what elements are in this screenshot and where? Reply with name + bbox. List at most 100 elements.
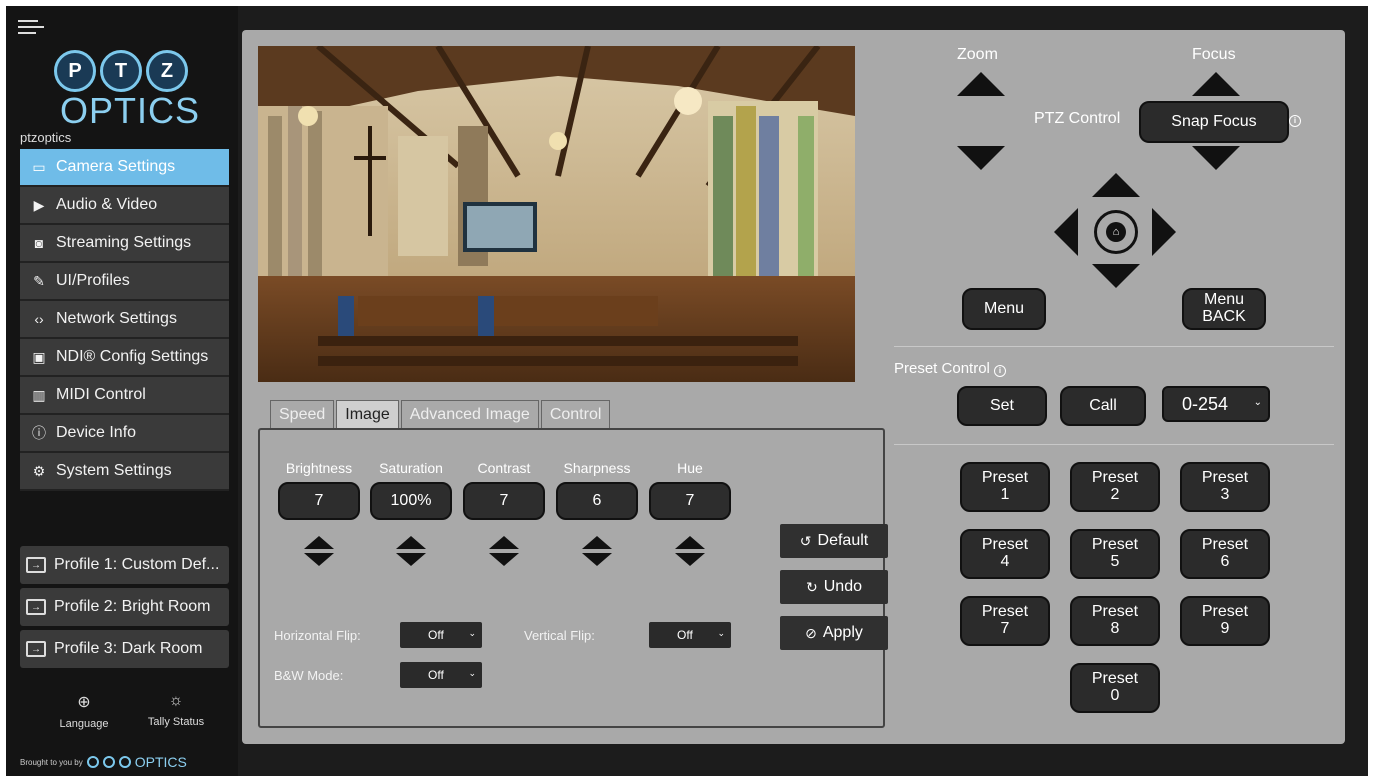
- preset-control-label: Preset Control: [894, 360, 990, 377]
- video-frame: [258, 46, 855, 382]
- preset-info-icon[interactable]: i: [994, 365, 1007, 377]
- undo-button[interactable]: ↻ Undo: [780, 570, 888, 604]
- preset-1-button[interactable]: Preset 1: [960, 462, 1050, 512]
- brightness-stepper[interactable]: [304, 536, 334, 566]
- contrast-stepper[interactable]: [489, 536, 519, 566]
- chevron-down-icon: ⌄: [468, 668, 476, 678]
- check-icon: ⊘: [805, 624, 817, 641]
- snap-focus-info-icon[interactable]: i: [1289, 115, 1301, 127]
- pan-right-arrow-icon[interactable]: [1152, 208, 1176, 256]
- tab-advanced-image[interactable]: Advanced Image: [400, 400, 539, 428]
- arrow-up-icon[interactable]: [675, 536, 705, 549]
- camera-icon: ▭: [32, 158, 46, 175]
- pan-up-arrow-icon[interactable]: [1092, 173, 1140, 197]
- contrast-control: Contrast 7: [463, 460, 545, 566]
- preset-set-button[interactable]: Set: [957, 386, 1047, 426]
- tab-speed[interactable]: Speed: [270, 400, 335, 428]
- pan-left-arrow-icon[interactable]: [1054, 208, 1078, 256]
- preset-call-button[interactable]: Call: [1060, 386, 1146, 426]
- sidebar-item-system-settings[interactable]: ⚙ System Settings: [20, 453, 229, 491]
- arrow-down-icon[interactable]: [396, 553, 426, 566]
- midi-icon: ▥: [32, 386, 46, 403]
- preset-number-select[interactable]: 0-254 ⌄: [1162, 386, 1270, 422]
- preset-4-button[interactable]: Preset 4: [960, 529, 1050, 579]
- camera-video-preview[interactable]: [258, 46, 855, 382]
- sidebar-item-label: NDI® Config Settings: [56, 348, 209, 365]
- arrow-up-icon[interactable]: [489, 536, 519, 549]
- preset-0-button[interactable]: Preset 0: [1070, 663, 1160, 713]
- hue-label: Hue: [677, 460, 703, 476]
- home-button[interactable]: ⌂: [1094, 210, 1138, 254]
- saturation-stepper[interactable]: [396, 536, 426, 566]
- profile-1-button[interactable]: → Profile 1: Custom Def...: [20, 546, 229, 584]
- mini-logo-icon: [86, 756, 99, 768]
- hue-stepper[interactable]: [675, 536, 705, 566]
- preset-7-button[interactable]: Preset 7: [960, 596, 1050, 646]
- snap-focus-button[interactable]: Snap Focus: [1139, 101, 1289, 143]
- preset-3-button[interactable]: Preset 3: [1180, 462, 1270, 512]
- bw-mode-value: Off: [428, 668, 444, 682]
- arrow-down-icon[interactable]: [675, 553, 705, 566]
- language-button[interactable]: ⊕ Language: [54, 692, 114, 730]
- sidebar-item-streaming-settings[interactable]: ◙ Streaming Settings: [20, 225, 229, 263]
- contrast-value[interactable]: 7: [463, 482, 545, 520]
- palette-icon: ✎: [33, 272, 45, 289]
- apply-button[interactable]: ⊘ Apply: [780, 616, 888, 650]
- sharpness-stepper[interactable]: [582, 536, 612, 566]
- preset-number: 2: [1110, 486, 1120, 503]
- preset-label: Preset: [1201, 469, 1249, 487]
- zoom-in-arrow-icon[interactable]: [957, 72, 1005, 96]
- profile-3-button[interactable]: → Profile 3: Dark Room: [20, 630, 229, 668]
- tab-control[interactable]: Control: [540, 400, 611, 428]
- saturation-label: Saturation: [379, 460, 443, 476]
- preset-8-button[interactable]: Preset 8: [1070, 596, 1160, 646]
- hamburger-menu-icon[interactable]: [18, 16, 44, 38]
- zoom-out-arrow-icon[interactable]: [957, 146, 1005, 170]
- app-frame: P T Z OPTICS ptzoptics ▭ Camera Settings…: [6, 6, 1368, 776]
- brightness-value[interactable]: 7: [278, 482, 360, 520]
- pan-down-arrow-icon[interactable]: [1092, 264, 1140, 288]
- preset-5-button[interactable]: Preset 5: [1070, 529, 1160, 579]
- sharpness-value[interactable]: 6: [556, 482, 638, 520]
- menu-back-button[interactable]: Menu BACK: [1182, 288, 1266, 330]
- preset-6-button[interactable]: Preset 6: [1180, 529, 1270, 579]
- sidebar-item-label: Streaming Settings: [56, 234, 192, 251]
- arrow-down-icon[interactable]: [582, 553, 612, 566]
- sidebar-item-ui-profiles[interactable]: ✎ UI/Profiles: [20, 263, 229, 301]
- sidebar-item-ndi-config[interactable]: ▣ NDI® Config Settings: [20, 339, 229, 377]
- arrow-up-icon[interactable]: [304, 536, 334, 549]
- profile-2-button[interactable]: → Profile 2: Bright Room: [20, 588, 229, 626]
- arrow-down-icon[interactable]: [304, 553, 334, 566]
- default-button[interactable]: ↺ Default: [780, 524, 888, 558]
- preset-label: Preset: [981, 603, 1029, 621]
- focus-near-arrow-icon[interactable]: [1192, 72, 1240, 96]
- arrow-up-icon[interactable]: [582, 536, 612, 549]
- arrow-down-icon[interactable]: [489, 553, 519, 566]
- focus-label: Focus: [1192, 46, 1236, 63]
- focus-far-arrow-icon[interactable]: [1192, 146, 1240, 170]
- preset-number: 1: [1000, 486, 1010, 503]
- vertical-flip-select[interactable]: Off ⌄: [649, 622, 731, 648]
- preset-2-button[interactable]: Preset 2: [1070, 462, 1160, 512]
- contrast-label: Contrast: [477, 460, 531, 476]
- sidebar-item-device-info[interactable]: ⓘ Device Info: [20, 415, 229, 453]
- sidebar-item-label: Network Settings: [56, 310, 177, 327]
- saturation-value[interactable]: 100%: [370, 482, 452, 520]
- tally-status-label: Tally Status: [147, 716, 205, 728]
- sidebar-item-midi-control[interactable]: ▥ MIDI Control: [20, 377, 229, 415]
- menu-button[interactable]: Menu: [962, 288, 1046, 330]
- sidebar-item-network-settings[interactable]: ‹› Network Settings: [20, 301, 229, 339]
- tally-status-button[interactable]: ☼ Tally Status: [138, 692, 214, 728]
- horizontal-flip-select[interactable]: Off ⌄: [400, 622, 482, 648]
- sidebar-item-label: UI/Profiles: [56, 272, 130, 289]
- sidebar-item-audio-video[interactable]: ▶ Audio & Video: [20, 187, 229, 225]
- tab-image[interactable]: Image: [336, 400, 399, 428]
- preset-label: Preset: [981, 536, 1029, 554]
- bw-mode-select[interactable]: Off ⌄: [400, 662, 482, 688]
- logo-letter-z: Z: [146, 50, 188, 92]
- hue-value[interactable]: 7: [649, 482, 731, 520]
- arrow-up-icon[interactable]: [396, 536, 426, 549]
- preset-number: 7: [1000, 620, 1010, 637]
- sidebar-item-camera-settings[interactable]: ▭ Camera Settings: [20, 149, 229, 187]
- preset-9-button[interactable]: Preset 9: [1180, 596, 1270, 646]
